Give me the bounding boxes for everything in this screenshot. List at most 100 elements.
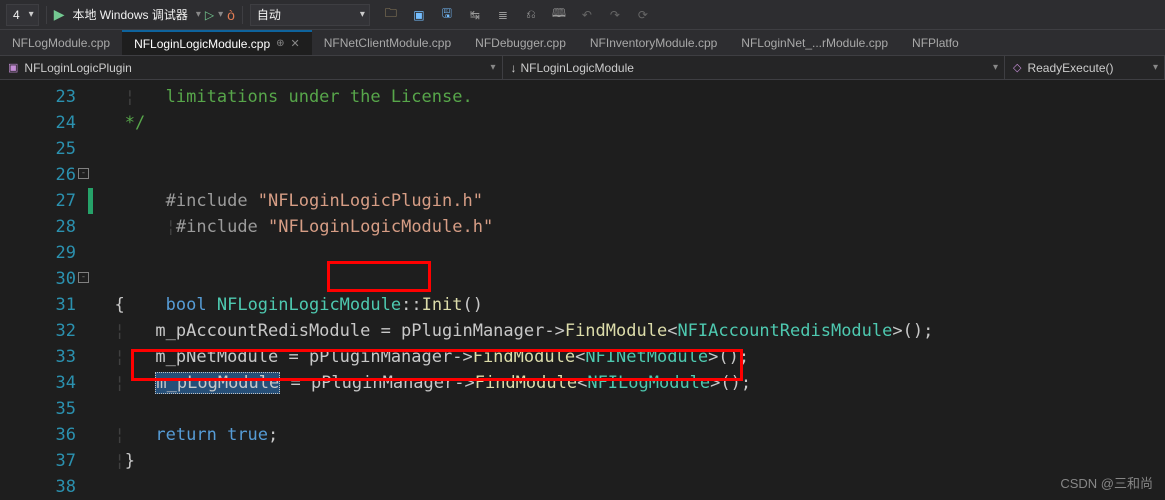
play-icon[interactable]: ▶ xyxy=(54,6,65,23)
tab-label: NFDebugger.cpp xyxy=(475,36,566,50)
config-left-label: 4 xyxy=(13,8,20,22)
tab-label: NFNetClientModule.cpp xyxy=(324,36,451,50)
diagram-icon[interactable]: ▣ xyxy=(408,4,430,26)
line-number: 37 xyxy=(0,448,94,474)
code-text: m_pAccountRedisModule = pPluginManager-> xyxy=(155,321,564,341)
tab-label: NFLoginLogicModule.cpp xyxy=(134,37,270,51)
tab-bar: NFLogModule.cpp NFLoginLogicModule.cpp ⊕… xyxy=(0,30,1165,56)
flame-icon[interactable]: ò xyxy=(227,7,235,23)
type-name: NFINetModule xyxy=(585,347,708,367)
line-number: 32 xyxy=(0,318,94,344)
line-gutter: 23 24 25 26 27 28 29 30 31 32 33 34 35 3… xyxy=(0,80,94,500)
tab-file[interactable]: NFLoginNet_...rModule.cpp xyxy=(729,30,900,55)
line-number: 34 xyxy=(0,370,94,396)
line-number: 35 xyxy=(0,396,94,422)
config-dropdown-right[interactable]: 自动 xyxy=(250,4,370,26)
code-line: - bool NFLoginLogicModule::Init() xyxy=(94,266,1165,292)
type-name: NFILogModule xyxy=(587,373,710,393)
indent-icon[interactable]: ↹ xyxy=(464,4,486,26)
selected-variable: m_pLogModule xyxy=(155,372,280,394)
angle-open: < xyxy=(575,347,585,367)
type-name: NFIAccountRedisModule xyxy=(677,321,892,341)
code-line xyxy=(94,240,1165,266)
brace: } xyxy=(125,451,135,471)
line-number: 23 xyxy=(0,84,94,110)
nav-back-icon[interactable]: ↶ xyxy=(576,4,598,26)
line-number: 38 xyxy=(0,474,94,500)
line-number: 31 xyxy=(0,292,94,318)
tab-file[interactable]: NFPlatfo xyxy=(900,30,971,55)
tab-file[interactable]: NFDebugger.cpp xyxy=(463,30,578,55)
brace: { xyxy=(114,295,124,315)
method: FindModule xyxy=(565,321,667,341)
code-line: - #include "NFLoginLogicPlugin.h" xyxy=(94,162,1165,188)
code-line: ¦ limitations under the License. xyxy=(94,84,1165,110)
dropdown-arrow-icon[interactable]: ▾ xyxy=(218,9,223,20)
code-line: ¦ return true; xyxy=(94,422,1165,448)
code-text: = pPluginManager-> xyxy=(280,373,474,393)
nav-scope-dropdown[interactable]: ▣ NFLoginLogicPlugin xyxy=(0,56,503,79)
nav-class-label: NFLoginLogicModule xyxy=(521,61,634,75)
watermark: CSDN @三和尚 xyxy=(1060,473,1153,492)
comment-text: limitations under the License. xyxy=(166,87,473,107)
tab-label: NFPlatfo xyxy=(912,36,959,50)
nav-function-label: ReadyExecute() xyxy=(1027,61,1113,75)
line-number: 25 xyxy=(0,136,94,162)
code-line: */ xyxy=(94,110,1165,136)
angle-open: < xyxy=(577,373,587,393)
angle-open: < xyxy=(667,321,677,341)
toolbar-separator xyxy=(46,6,47,24)
code-line xyxy=(94,136,1165,162)
debugger-label[interactable]: 本地 Windows 调试器 xyxy=(68,6,191,23)
sync-icon[interactable]: ⟳ xyxy=(632,4,654,26)
tab-label: NFInventoryModule.cpp xyxy=(590,36,717,50)
code-line xyxy=(94,396,1165,422)
bool-literal: true xyxy=(217,425,268,445)
fold-minus-icon[interactable]: - xyxy=(78,272,89,283)
comment-close: */ xyxy=(125,113,145,133)
dropdown-arrow-icon[interactable]: ▾ xyxy=(196,9,201,20)
bookmark-icon[interactable]: 🕮 xyxy=(548,4,570,26)
nav-scope-label: NFLoginLogicPlugin xyxy=(24,61,131,75)
fold-minus-icon[interactable]: - xyxy=(78,168,89,179)
code-line xyxy=(94,474,1165,500)
tab-file[interactable]: NFInventoryModule.cpp xyxy=(578,30,729,55)
code-text: m_pNetModule = pPluginManager-> xyxy=(155,347,472,367)
nav-class-dropdown[interactable]: ↓ NFLoginLogicModule xyxy=(503,56,1006,79)
editor-area[interactable]: 23 24 25 26 27 28 29 30 31 32 33 34 35 3… xyxy=(0,80,1165,500)
tab-file[interactable]: NFLogModule.cpp xyxy=(0,30,122,55)
config-dropdown-left[interactable]: 4 xyxy=(6,4,39,26)
config-right-label: 自动 xyxy=(257,6,281,23)
tab-file-active[interactable]: NFLoginLogicModule.cpp ⊕ ✕ xyxy=(122,30,312,55)
tab-label: NFLogModule.cpp xyxy=(12,36,110,50)
angle-close: >(); xyxy=(708,347,749,367)
method: FindModule xyxy=(473,347,575,367)
function-icon: ◇ xyxy=(1013,61,1021,74)
toolbar-separator xyxy=(242,6,243,24)
folder-icon[interactable]: 🗀 xyxy=(380,4,402,26)
code-line: ¦ m_pNetModule = pPluginManager->FindMod… xyxy=(94,344,1165,370)
nav-function-dropdown[interactable]: ◇ ReadyExecute() xyxy=(1005,56,1165,79)
code-line xyxy=(94,214,1165,240)
code-line: ¦ m_pLogModule = pPluginManager->FindMod… xyxy=(94,370,1165,396)
code-content[interactable]: ¦ limitations under the License. */ - #i… xyxy=(94,80,1165,500)
keyword: return xyxy=(155,425,216,445)
play-outline-icon[interactable]: ▷ xyxy=(205,8,214,22)
code-line: ¦} xyxy=(94,448,1165,474)
tab-file[interactable]: NFNetClientModule.cpp xyxy=(312,30,463,55)
line-number: 24 xyxy=(0,110,94,136)
code-line: { xyxy=(94,292,1165,318)
change-bar xyxy=(88,188,93,214)
angle-close: >(); xyxy=(710,373,751,393)
save-icon[interactable]: 🖫 xyxy=(436,4,458,26)
nav-bar: ▣ NFLoginLogicPlugin ↓ NFLoginLogicModul… xyxy=(0,56,1165,80)
list-icon[interactable]: ≣ xyxy=(492,4,514,26)
comment-icon[interactable]: ⎌ xyxy=(520,4,542,26)
code-line: ¦#include "NFLoginLogicModule.h" xyxy=(94,188,1165,214)
cube-icon: ▣ xyxy=(8,61,18,74)
semicolon: ; xyxy=(268,425,278,445)
pin-icon[interactable]: ⊕ xyxy=(276,38,284,49)
nav-fwd-icon[interactable]: ↷ xyxy=(604,4,626,26)
tab-label: NFLoginNet_...rModule.cpp xyxy=(741,36,888,50)
close-icon[interactable]: ✕ xyxy=(291,37,300,50)
